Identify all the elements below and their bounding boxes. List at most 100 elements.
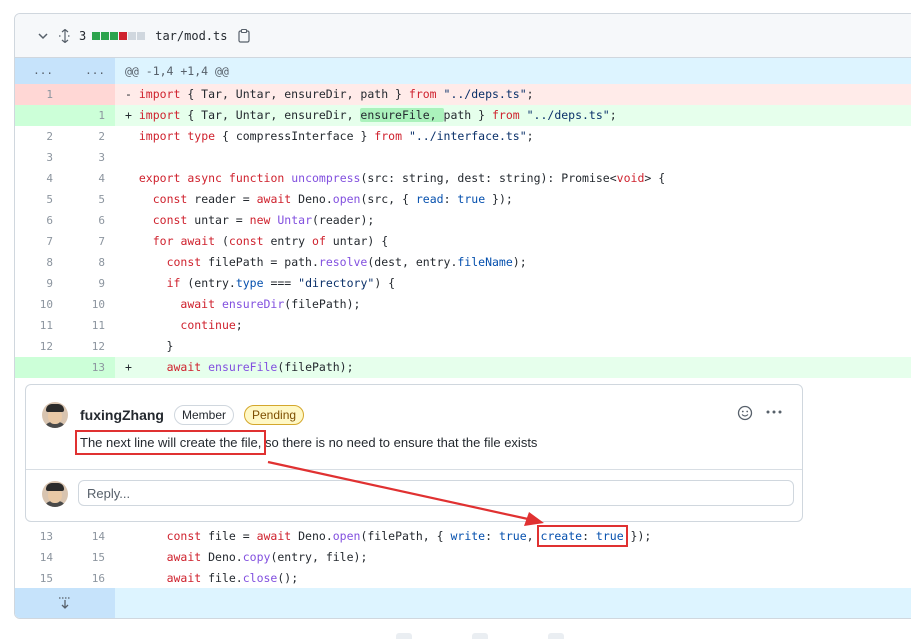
new-line-number[interactable] — [65, 84, 115, 105]
old-line-number[interactable]: 6 — [15, 210, 65, 231]
code-token: of — [312, 234, 326, 248]
divider — [26, 469, 802, 470]
new-line-number[interactable]: 14 — [65, 526, 115, 547]
diff-lines-after: 13 14 const file = await Deno.open(filePa… — [15, 525, 911, 589]
code-token: from — [491, 108, 520, 122]
code-token: import — [138, 129, 181, 143]
new-line-number[interactable]: 13 — [65, 357, 115, 378]
old-line-number[interactable]: 9 — [15, 273, 65, 294]
diff-line: 15 16 await file.close(); — [15, 568, 911, 589]
old-line-number[interactable]: 12 — [15, 336, 65, 357]
old-line-number[interactable]: 3 — [15, 147, 65, 168]
old-line-number[interactable]: 2 — [15, 126, 65, 147]
code-text — [115, 147, 911, 168]
code-text: const file = await Deno.open(filePath, {… — [115, 525, 911, 547]
code-token: for — [152, 234, 174, 248]
expand-all-icon[interactable] — [57, 28, 73, 44]
new-line-number[interactable]: 15 — [65, 547, 115, 568]
code-token: reader = — [187, 192, 257, 206]
old-line-number[interactable]: 1 — [15, 84, 65, 105]
code-token: await — [256, 192, 292, 206]
code-token: (filePath); — [277, 360, 354, 374]
code-token: open — [332, 192, 361, 206]
old-line-number[interactable]: 15 — [15, 568, 65, 589]
diff-line: 10 10 await ensureDir(filePath); — [15, 294, 911, 315]
old-line-number[interactable]: 13 — [15, 526, 65, 547]
diffstat-square — [119, 31, 128, 40]
new-line-number[interactable]: 16 — [65, 568, 115, 589]
expand-down-icon[interactable] — [15, 588, 115, 618]
avatar — [42, 481, 68, 507]
new-line-number[interactable]: 3 — [65, 147, 115, 168]
code-token: Deno. — [291, 529, 333, 543]
new-line-number[interactable]: 12 — [65, 336, 115, 357]
avatar[interactable] — [42, 402, 68, 428]
diff-line: 33 — [15, 147, 911, 168]
reply-input[interactable] — [78, 480, 794, 506]
copy-icon[interactable] — [237, 28, 251, 43]
old-line-number[interactable] — [15, 105, 65, 126]
new-line-number[interactable]: 1 — [65, 105, 115, 126]
new-line-number[interactable]: 10 — [65, 294, 115, 315]
new-line-number[interactable]: 9 — [65, 273, 115, 294]
diff-line: 77 for await (const entry of untar) { — [15, 231, 911, 252]
code-text: } — [115, 336, 911, 357]
old-line-number[interactable] — [15, 357, 65, 378]
code-text: import type { compressInterface } from "… — [115, 126, 911, 147]
diffstat-square — [92, 31, 101, 40]
code-token: Deno. — [201, 550, 243, 564]
new-line-number[interactable]: 8 — [65, 252, 115, 273]
code-token: async — [187, 171, 222, 185]
diffstat-square — [101, 31, 110, 40]
new-line-number[interactable]: 5 — [65, 189, 115, 210]
diff-lines: ... ... @@ -1,4 +1,4 @@ 1- import { Tar,… — [15, 58, 911, 378]
code-text: await Deno.copy(entry, file); — [115, 547, 911, 568]
diff-prefix — [125, 129, 139, 143]
expand-row — [15, 588, 911, 618]
old-line-number[interactable]: 8 — [15, 252, 65, 273]
diff-line: 1 - import { Tar, Untar, ensureDir, path … — [15, 84, 911, 105]
code-token: "../deps.ts" — [526, 108, 610, 122]
new-line-number[interactable]: 11 — [65, 315, 115, 336]
old-line-number[interactable]: 7 — [15, 231, 65, 252]
new-line-number[interactable]: 2 — [65, 126, 115, 147]
old-line-number[interactable]: 4 — [15, 168, 65, 189]
new-line-number[interactable]: 7 — [65, 231, 115, 252]
code-token: ; — [526, 129, 534, 143]
code-token: : — [485, 529, 499, 543]
code-token: ; — [235, 318, 243, 332]
code-token: new — [249, 213, 271, 227]
code-token: (dest, entry. — [367, 255, 458, 269]
kebab-horizontal-icon[interactable] — [765, 404, 785, 420]
smiley-icon[interactable] — [737, 405, 753, 421]
diffstat-square — [110, 31, 119, 40]
old-line-number[interactable]: 14 — [15, 547, 65, 568]
code-token: (src, { — [360, 192, 416, 206]
code-token: === — [263, 276, 299, 290]
code-token: path } — [443, 108, 492, 122]
file-path[interactable]: tar/mod.ts — [155, 29, 227, 43]
diff-line: 99 if (entry.type === "directory") { — [15, 273, 911, 294]
code-text: if (entry.type === "directory") { — [115, 273, 911, 294]
old-line-number[interactable]: 10 — [15, 294, 65, 315]
diff-prefix — [125, 318, 139, 332]
diff-line: 22 import type { compressInterface } fro… — [15, 126, 911, 147]
comment-author[interactable]: fuxingZhang — [80, 407, 164, 423]
code-token: await — [166, 550, 202, 564]
code-token: (reader); — [312, 213, 375, 227]
hunk-expand-left[interactable]: ... — [15, 58, 65, 84]
old-line-number[interactable]: 11 — [15, 315, 65, 336]
chevron-down-icon[interactable] — [35, 28, 51, 44]
old-line-number[interactable]: 5 — [15, 189, 65, 210]
new-line-number[interactable]: 4 — [65, 168, 115, 189]
hunk-expand-right[interactable]: ... — [65, 58, 115, 84]
code-token: fileName — [457, 255, 513, 269]
code-token: ; — [526, 87, 534, 101]
new-line-number[interactable]: 6 — [65, 210, 115, 231]
code-token: await — [166, 360, 202, 374]
